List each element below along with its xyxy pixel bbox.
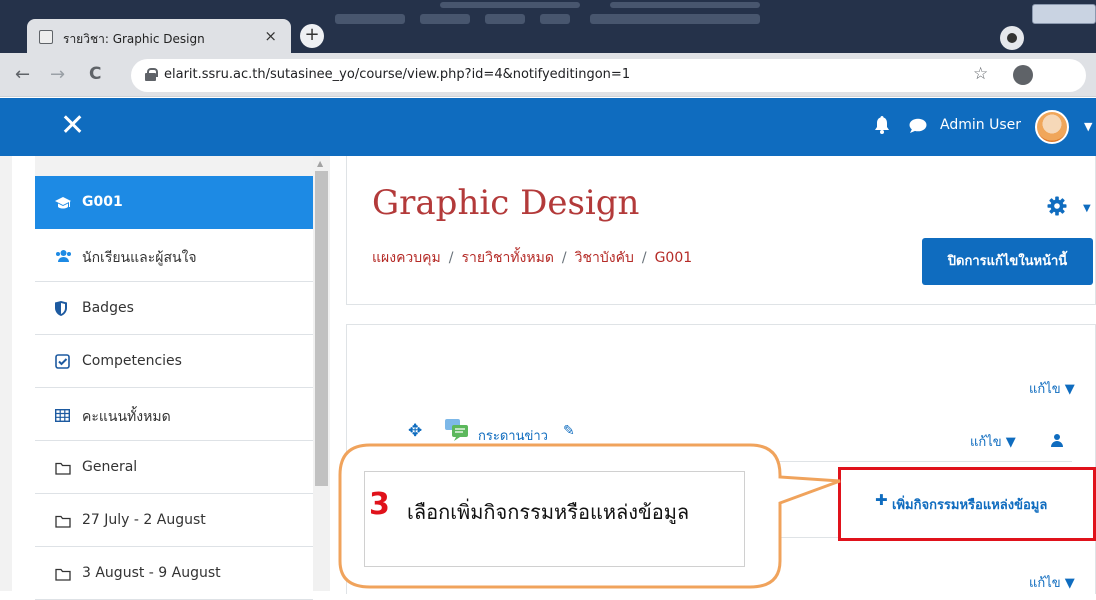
sidebar-item-label: คะแนนทั้งหมด (82, 409, 171, 425)
breadcrumb-item[interactable]: G001 (655, 250, 693, 266)
edit-menu-link[interactable]: แก้ไข ▼ (970, 431, 1016, 452)
page-left-edge (0, 156, 12, 591)
sidebar-item-participants[interactable]: นักเรียนและผู้สนใจ (35, 229, 313, 282)
breadcrumb-item[interactable]: รายวิชาทั้งหมด (462, 250, 554, 266)
sidebar-item-badges[interactable]: Badges (35, 282, 313, 335)
add-activity-label: เพิ่มกิจกรรมหรือแหล่งข้อมูล (892, 498, 1048, 513)
user-name[interactable]: Admin User (940, 117, 1021, 133)
graduation-cap-icon (55, 195, 71, 210)
sidebar-item-course[interactable]: G001 (35, 176, 313, 229)
account-icon[interactable] (1013, 65, 1033, 85)
tab-close-icon[interactable]: × (264, 27, 277, 45)
move-icon[interactable]: ✥ (408, 421, 422, 441)
callout-text: เลือกเพิ่มกิจกรรมหรือแหล่งข้อมูล (407, 500, 690, 524)
breadcrumb-separator: / (641, 250, 647, 266)
scroll-up-arrow-icon[interactable]: ▲ (317, 159, 323, 168)
favicon-icon (39, 30, 53, 44)
step-number: 3 (369, 487, 390, 522)
avatar[interactable] (1035, 110, 1069, 144)
folder-icon (55, 566, 71, 581)
users-icon (55, 248, 71, 263)
bell-icon[interactable] (874, 116, 890, 134)
gear-caret-icon[interactable]: ▼ (1083, 203, 1091, 214)
browser-tab[interactable]: รายวิชา: Graphic Design × (27, 19, 291, 57)
sidebar-item-label: General (82, 459, 138, 475)
sidebar-item-label: นักเรียนและผู้สนใจ (82, 250, 197, 266)
close-drawer-icon[interactable]: ✕ (60, 108, 85, 144)
gear-icon[interactable] (1047, 196, 1067, 216)
tab-title: รายวิชา: Graphic Design (63, 32, 205, 46)
page-title: Graphic Design (372, 183, 640, 223)
sidebar-item-week-2[interactable]: 3 August - 9 August (35, 547, 313, 600)
edit-menu-link[interactable]: แก้ไข ▼ (1029, 572, 1075, 593)
sidebar-item-week-1[interactable]: 27 July - 2 August (35, 494, 313, 547)
new-tab-button[interactable]: + (300, 24, 324, 48)
forward-arrow-icon[interactable]: → (50, 64, 65, 85)
address-bar[interactable]: elarit.ssru.ac.th/sutasinee_yo/course/vi… (131, 59, 1086, 92)
folder-icon (55, 460, 71, 475)
add-activity-button[interactable]: ✚ เพิ่มกิจกรรมหรือแหล่งข้อมูล (838, 467, 1096, 541)
user-menu-caret-icon[interactable]: ▼ (1084, 120, 1092, 133)
url-text[interactable]: elarit.ssru.ac.th/sutasinee_yo/course/vi… (164, 67, 630, 82)
breadcrumb-item[interactable]: แผงควบคุม (372, 250, 441, 266)
sidebar-item-label: Competencies (82, 353, 182, 369)
user-icon[interactable] (1050, 432, 1064, 447)
sidebar-item-label: 3 August - 9 August (82, 565, 221, 581)
browser-profile-icon[interactable] (1000, 26, 1024, 50)
site-navbar: ✕ Admin User ▼ (0, 98, 1096, 156)
lock-icon (145, 68, 158, 81)
forum-icon (444, 418, 470, 442)
breadcrumb-separator: / (448, 250, 454, 266)
window-controls[interactable] (1032, 4, 1096, 24)
folder-icon (55, 513, 71, 528)
sidebar-item-label: Badges (82, 300, 134, 316)
shield-icon (55, 301, 70, 316)
turn-editing-off-button[interactable]: ปิดการแก้ไขในหน้านี้ (922, 238, 1093, 285)
breadcrumb-separator: / (561, 250, 567, 266)
sidebar-item-label: G001 (82, 194, 123, 210)
sidebar-item-label: 27 July - 2 August (82, 512, 206, 528)
bookmark-star-icon[interactable]: ☆ (973, 64, 988, 84)
sidebar-item-general[interactable]: General (35, 441, 313, 494)
breadcrumb: แผงควบคุม / รายวิชาทั้งหมด / วิชาบังคับ / G001 (372, 247, 692, 269)
table-icon (54, 407, 71, 423)
plus-icon: ✚ (875, 491, 888, 509)
back-arrow-icon[interactable]: ← (15, 64, 30, 85)
checkbox-icon (55, 354, 70, 369)
breadcrumb-item[interactable]: วิชาบังคับ (575, 250, 634, 266)
edit-menu-link[interactable]: แก้ไข ▼ (1029, 378, 1075, 399)
reload-icon[interactable]: C (89, 64, 101, 84)
pencil-icon[interactable]: ✎ (563, 423, 575, 439)
chat-icon[interactable] (909, 118, 927, 134)
sidebar-item-competencies[interactable]: Competencies (35, 335, 313, 388)
sidebar-item-grades[interactable]: คะแนนทั้งหมด (35, 388, 313, 441)
sidebar-scrollbar-thumb[interactable] (315, 171, 328, 486)
